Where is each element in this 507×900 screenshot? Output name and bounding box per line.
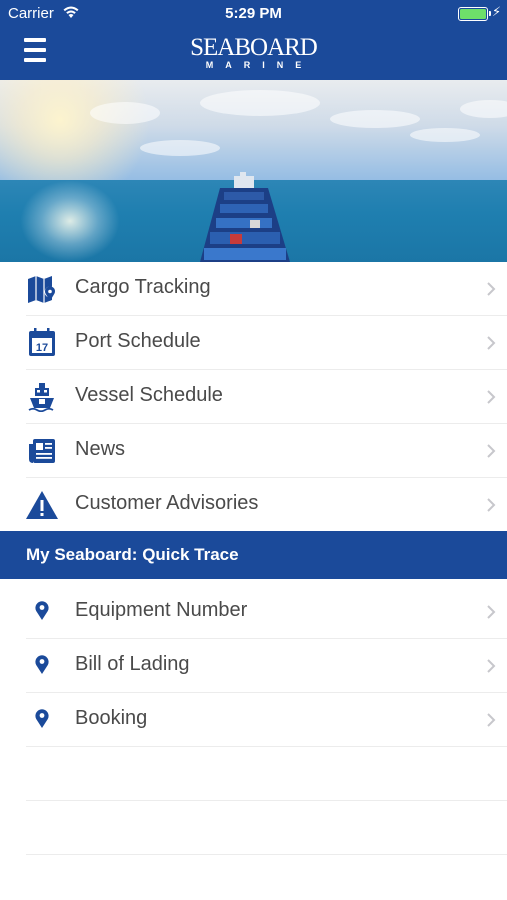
calendar-day-text: 17: [36, 342, 48, 354]
location-pin-icon: [35, 601, 49, 620]
quick-trace-label: Bill of Lading: [75, 653, 190, 675]
chevron-right-icon: [487, 336, 496, 350]
quick-trace-header: My Seaboard: Quick Trace: [0, 531, 507, 579]
ship-icon: [28, 383, 54, 412]
chevron-right-icon: [487, 605, 496, 619]
status-bar: Carrier 5:29 PM ⚡: [0, 0, 507, 28]
menu-item-cargo-tracking[interactable]: Cargo Tracking: [0, 262, 507, 316]
menu-item-news[interactable]: News: [0, 424, 507, 478]
quick-trace-label: Booking: [75, 707, 148, 729]
quick-trace-equipment-number[interactable]: Equipment Number: [0, 585, 507, 639]
quick-trace-title: My Seaboard: Quick Trace: [26, 545, 239, 564]
charging-bolt-icon: ⚡: [492, 4, 502, 19]
menu-item-customer-advisories[interactable]: Customer Advisories: [0, 478, 507, 532]
logo-sub-text: MARINE: [205, 60, 314, 70]
menu-item-port-schedule[interactable]: 17 Port Schedule: [0, 316, 507, 370]
map-pin-icon: [28, 276, 56, 303]
seaboard-logo: SEABOARD MARINE: [0, 34, 507, 70]
quick-trace-label: Equipment Number: [75, 599, 248, 621]
empty-row-divider: [26, 800, 507, 801]
warning-icon: [26, 491, 58, 519]
newspaper-icon: [29, 439, 55, 463]
chevron-right-icon: [487, 713, 496, 727]
top-bar: Carrier 5:29 PM ⚡ SEABOARD MARINE: [0, 0, 507, 80]
chevron-right-icon: [487, 390, 496, 404]
menu-item-label: Port Schedule: [75, 330, 201, 352]
chevron-right-icon: [487, 659, 496, 673]
menu-item-label: Vessel Schedule: [75, 384, 223, 406]
location-pin-icon: [35, 655, 49, 674]
chevron-right-icon: [487, 444, 496, 458]
menu-item-vessel-schedule[interactable]: Vessel Schedule: [0, 370, 507, 424]
logo-main-text: SEABOARD: [190, 34, 318, 61]
menu-item-label: Cargo Tracking: [75, 276, 211, 298]
hero-image: [0, 80, 507, 262]
battery-icon: [458, 7, 491, 21]
container-ship-illustration: [200, 172, 290, 262]
calendar-icon: 17: [29, 328, 55, 356]
status-time: 5:29 PM: [225, 5, 282, 22]
quick-trace-bill-of-lading[interactable]: Bill of Lading: [0, 639, 507, 693]
empty-row-divider: [26, 854, 507, 855]
chevron-right-icon: [487, 282, 496, 296]
menu-item-label: Customer Advisories: [75, 492, 259, 514]
chevron-right-icon: [487, 498, 496, 512]
location-pin-icon: [35, 709, 49, 728]
quick-trace-list: Equipment Number Bill of Lading Booking: [0, 585, 507, 747]
quick-trace-booking[interactable]: Booking: [0, 693, 507, 747]
menu-item-label: News: [75, 438, 126, 460]
main-menu-list: Cargo Tracking 17 Port Schedule Vessel S…: [0, 262, 507, 532]
